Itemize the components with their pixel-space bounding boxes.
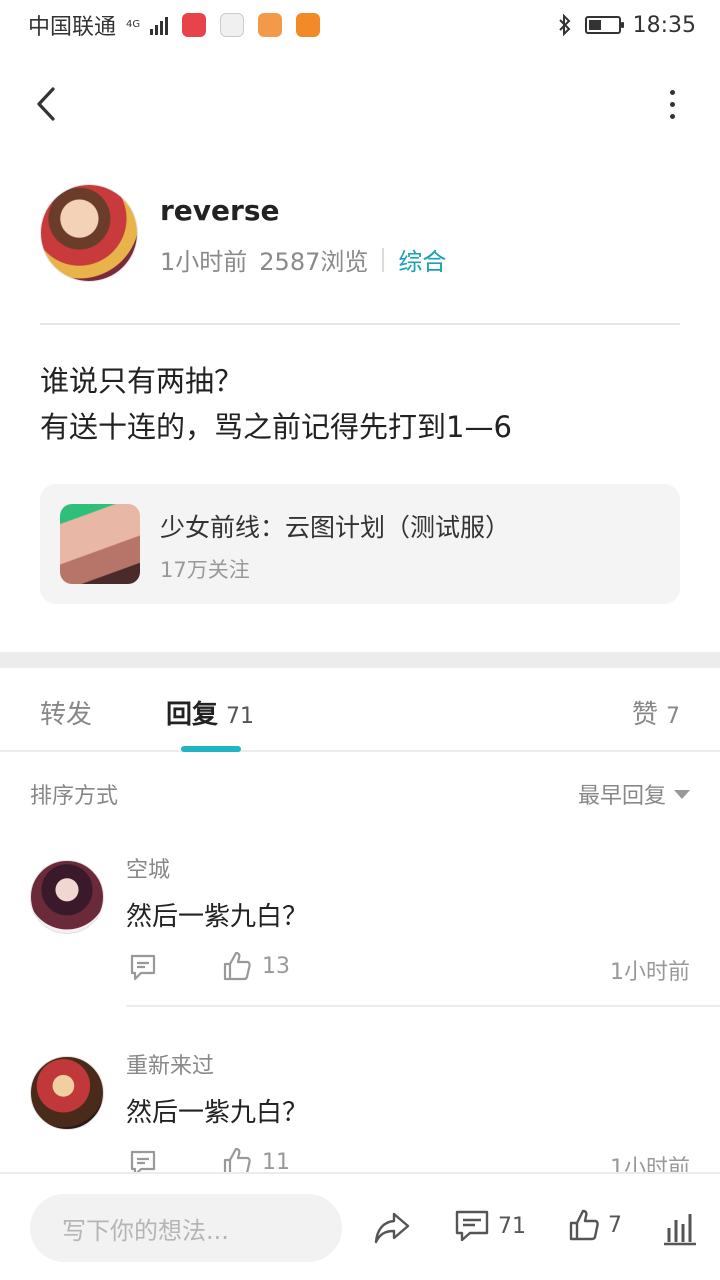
post-content: 谁说只有两抽？ 有送十连的，骂之前记得先打到1—6: [40, 358, 680, 450]
comment-text: 然后一紫九白？: [126, 1098, 309, 1128]
like-count: 7: [608, 1212, 622, 1238]
comment-count: 71: [498, 1213, 526, 1239]
comment-icon: [455, 1210, 489, 1242]
post-category[interactable]: 综合: [398, 242, 446, 277]
comment-time: 1小时前: [610, 960, 690, 985]
tab-reply[interactable]: 回复 71: [166, 694, 254, 731]
network-type: 4G: [126, 19, 141, 30]
comment-username[interactable]: 重新来过: [126, 1048, 214, 1080]
comment-divider: [126, 1005, 720, 1007]
dot-icon: [669, 89, 675, 95]
comment-input-placeholder: 写下你的想法...: [62, 1216, 229, 1245]
heart-app-icon: [258, 13, 283, 37]
comment-input[interactable]: 写下你的想法...: [30, 1194, 342, 1262]
tab-repost-label: 转发: [40, 700, 93, 730]
comment-avatar[interactable]: [30, 860, 104, 934]
game-card[interactable]: 少女前线：云图计划（测试服） 17万关注: [40, 484, 680, 604]
comment-username[interactable]: 空城: [126, 852, 170, 884]
tab-reply-count: 71: [226, 704, 255, 729]
dot-icon: [669, 101, 675, 107]
huawei-app-icon: [182, 13, 207, 37]
game-title: 少女前线：云图计划（测试服）: [160, 513, 511, 542]
author-name[interactable]: reverse: [160, 194, 280, 227]
game-followers: 17万关注: [160, 558, 250, 582]
back-button[interactable]: [26, 82, 66, 126]
tab-like[interactable]: 赞7: [632, 694, 680, 731]
game-icon: [60, 504, 140, 584]
reply-icon[interactable]: [128, 952, 158, 982]
view-count: 2587浏览: [259, 248, 369, 276]
bluetooth-icon: [558, 13, 571, 37]
author-avatar[interactable]: [40, 184, 138, 282]
clock: 18:35: [632, 12, 696, 38]
bottom-action-bar: 写下你的想法... 71 7: [0, 1172, 720, 1280]
battery-icon: [584, 16, 624, 34]
sort-row: 排序方式 最早回复: [30, 778, 690, 810]
like-button[interactable]: 13: [222, 950, 290, 982]
tab-reply-label: 回复: [166, 700, 219, 730]
section-divider: [0, 652, 720, 668]
status-bar: 中国联通 4G 18:35: [0, 0, 720, 50]
caret-down-icon: [674, 789, 690, 799]
sort-dropdown[interactable]: 最早回复: [578, 778, 690, 810]
status-left: 中国联通 4G: [28, 9, 321, 41]
divider: [40, 323, 680, 325]
app-icon: [220, 13, 245, 37]
tab-repost[interactable]: 转发: [40, 694, 92, 731]
signal-icon: [150, 15, 169, 35]
post-line: 谁说只有两抽？: [40, 364, 244, 398]
tab-like-label: 赞: [631, 700, 658, 730]
meta-divider: [382, 247, 385, 272]
comment-actions: 13 1小时前: [126, 950, 690, 986]
chevron-left-icon: [37, 87, 55, 121]
tab-like-count: 7: [666, 704, 680, 729]
uc-browser-icon: [296, 13, 321, 37]
carrier-name: 中国联通: [28, 15, 117, 40]
comment-text: 然后一紫九白？: [126, 902, 309, 932]
share-icon[interactable]: [372, 1208, 412, 1248]
like-button[interactable]: 7: [568, 1208, 622, 1242]
sort-selected: 最早回复: [577, 784, 666, 809]
thumbs-up-icon: [569, 1209, 599, 1241]
post-time: 1小时前: [160, 248, 248, 276]
like-count: 13: [262, 953, 290, 979]
thumbs-up-icon: [223, 951, 251, 981]
post-meta: 1小时前 2587浏览 综合: [160, 242, 446, 277]
tab-bar: 转发 回复 71 赞7: [0, 668, 720, 752]
author-header: reverse 1小时前 2587浏览 综合: [40, 184, 680, 284]
status-right: 18:35: [557, 13, 696, 38]
more-options-button[interactable]: [662, 82, 682, 126]
post-line: 有送十连的，骂之前记得先打到1—6: [40, 410, 512, 444]
sort-label: 排序方式: [30, 784, 119, 809]
comment-button[interactable]: 71: [454, 1208, 526, 1244]
active-tab-indicator: [181, 746, 241, 752]
stats-icon[interactable]: [662, 1208, 698, 1246]
top-bar: [0, 70, 720, 140]
dot-icon: [669, 113, 675, 119]
like-count: 11: [262, 1149, 290, 1175]
comment-avatar[interactable]: [30, 1056, 104, 1130]
